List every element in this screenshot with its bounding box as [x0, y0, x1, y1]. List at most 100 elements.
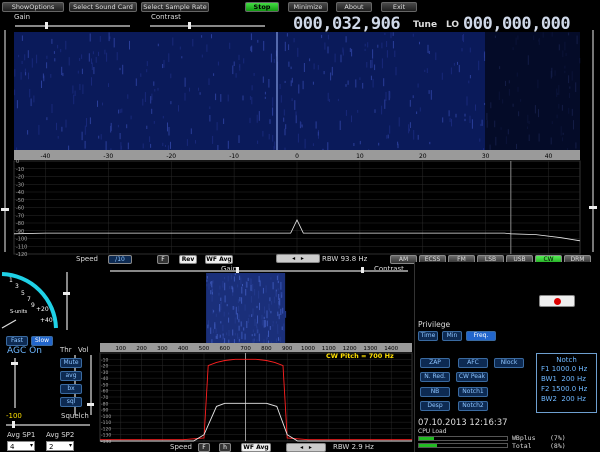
notch-bw2: BW2 200 Hz [541, 395, 586, 403]
main-axis-tick-7: 30 [482, 153, 490, 160]
main-db-tick-4: -40 [16, 190, 24, 196]
lower-f-button[interactable]: F [198, 443, 210, 452]
select-sample-rate-button[interactable]: Select Sample Rate [141, 2, 209, 12]
privilege-min-button[interactable]: Min [442, 331, 462, 341]
main-db-tick-5: -50 [16, 198, 24, 204]
desp-button[interactable]: Desp [420, 401, 450, 411]
wbplus-label: WBplus [512, 434, 536, 442]
privilege-freq-button[interactable]: Freq. [466, 331, 496, 341]
main-db-tick-10: -100 [16, 237, 27, 243]
squelch-slider[interactable] [6, 421, 90, 428]
f-button[interactable]: F [157, 255, 169, 264]
left-vertical-slider[interactable] [11, 358, 18, 408]
notch1-button[interactable]: Notch1 [458, 387, 488, 397]
gain-slider[interactable] [15, 22, 130, 29]
zap-button[interactable]: ZAP [420, 358, 450, 368]
svg-text:+20: +20 [36, 306, 49, 313]
rbw-label: RBW 93.8 Hz [322, 255, 368, 263]
main-left-slider [4, 30, 6, 252]
lower-wf-avg-button[interactable]: WF Avg [241, 443, 271, 452]
cw-db-tick-11: -120 [101, 426, 111, 432]
s-meter: 1 3 5 7 9 +20 +40 S-units [1, 272, 58, 329]
avg-sp1-select[interactable]: 4 ▾ [7, 441, 35, 451]
agc-slow-button[interactable]: Slow [31, 336, 53, 346]
select-sound-card-button[interactable]: Select Sound Card [69, 2, 137, 12]
privilege-time-button[interactable]: Time [418, 331, 438, 341]
cw-db-tick-4: -50 [101, 382, 108, 388]
main-axis-tick-8: 40 [545, 153, 553, 160]
cw-axis-tick-4: 500 [199, 346, 210, 352]
rev-button[interactable]: Rev [179, 255, 197, 264]
gain-label: Gain [14, 13, 31, 21]
cw-axis-tick-8: 900 [282, 346, 293, 352]
main-db-tick-1: -10 [16, 167, 24, 173]
svg-text:3: 3 [15, 283, 19, 290]
main-right-slider [592, 30, 594, 252]
cw-db-tick-6: -70 [101, 395, 108, 401]
avg-sp1-label: Avg SP1 [7, 431, 36, 439]
stop-button[interactable]: Stop [245, 2, 279, 12]
nb-button[interactable]: NB [420, 387, 450, 397]
cw-db-tick-2: -30 [101, 370, 108, 376]
minimize-button[interactable]: Minimize [288, 2, 328, 12]
notch-f1: F1 1000.0 Hz [541, 365, 588, 373]
notch-f2: F2 1500.0 Hz [541, 385, 588, 393]
main-db-tick-11: -110 [16, 244, 27, 250]
mute-button[interactable]: Mute [60, 358, 82, 368]
lower-contrast-slider[interactable] [243, 267, 408, 274]
privilege-title: Privilege [418, 320, 451, 329]
main-db-tick-8: -80 [16, 221, 24, 227]
tune-label: Tune [413, 20, 438, 30]
cw-db-tick-0: -10 [101, 357, 108, 363]
s-meter-slider[interactable] [63, 272, 70, 330]
frequency-step-control[interactable]: ◂ ▸ [276, 254, 320, 263]
main-axis-tick-0: -40 [41, 153, 51, 160]
cw-db-tick-3: -40 [101, 376, 108, 382]
speed-value[interactable]: /10 [108, 255, 132, 264]
notch-title: Notch [556, 356, 577, 364]
cw-peak-button[interactable]: CW Peak [456, 372, 488, 382]
exit-button[interactable]: Exit [381, 2, 417, 12]
avg-sp2-select[interactable]: 2 ▾ [46, 441, 74, 451]
agc-fast-button[interactable]: Fast [6, 336, 28, 346]
mode-am-button[interactable]: AM [390, 255, 417, 264]
main-db-tick-6: -60 [16, 206, 24, 212]
cw-axis-tick-2: 300 [157, 346, 168, 352]
svg-text:1: 1 [9, 277, 13, 284]
main-spectrum-panel[interactable]: -40 -30 -20 -10 0 10 20 30 400-10-20-30-40-50-60… [0, 30, 600, 262]
squelch-value: -100 [6, 412, 22, 420]
lower-step-control[interactable]: ◂ ▸ [286, 443, 326, 452]
show-options-button[interactable]: ShowOptions [2, 2, 64, 12]
main-left-slider-knob [1, 208, 9, 211]
bx-button[interactable]: bx [60, 384, 82, 394]
main-axis-tick-4: 0 [295, 153, 299, 160]
main-db-tick-2: -20 [16, 175, 24, 181]
cw-db-tick-7: -80 [101, 401, 108, 407]
nlock-button[interactable]: Nlock [494, 358, 524, 368]
cw-db-tick-5: -60 [101, 389, 108, 395]
record-button[interactable] [539, 295, 575, 307]
thr-label: Thr [60, 346, 72, 354]
sql-button[interactable]: sql [60, 397, 82, 407]
about-button[interactable]: About [336, 2, 372, 12]
main-axis-tick-2: -20 [166, 153, 176, 160]
wf-avg-button[interactable]: WF Avg [205, 255, 233, 264]
notch2-button[interactable]: Notch2 [458, 401, 488, 411]
wbplus-percent: (7%) [550, 434, 566, 442]
contrast-slider[interactable] [150, 22, 265, 29]
svg-text:5: 5 [21, 290, 25, 297]
volume-slider[interactable] [87, 355, 94, 415]
notch-panel: Notch F1 1000.0 Hz BW1 200 Hz F2 1500.0 … [536, 353, 597, 413]
main-axis-tick-3: -10 [229, 153, 239, 160]
speed-label: Speed [76, 255, 98, 263]
afc-button[interactable]: AFC [458, 358, 488, 368]
svg-text:9: 9 [31, 302, 35, 309]
main-db-tick-12: -120 [16, 252, 27, 258]
cw-db-tick-12: -130 [101, 433, 111, 439]
noise-reduction-button[interactable]: N. Red. [420, 372, 450, 382]
cw-axis-tick-7: 800 [261, 346, 272, 352]
contrast-label: Contrast [151, 13, 181, 21]
avg-button[interactable]: avg [60, 371, 82, 381]
cw-axis-tick-1: 200 [136, 346, 147, 352]
lower-h-button[interactable]: h [219, 443, 231, 452]
